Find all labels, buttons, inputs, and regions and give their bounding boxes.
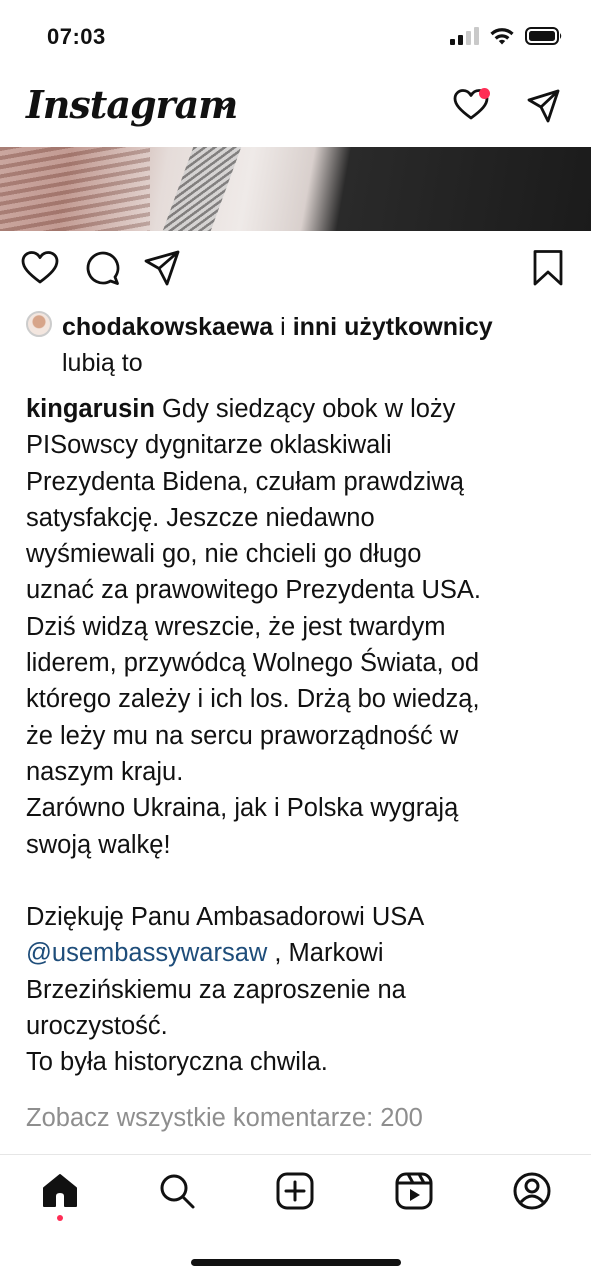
notification-dot bbox=[479, 88, 490, 99]
instagram-logo[interactable]: Instagram bbox=[26, 82, 238, 127]
cellular-signal-icon bbox=[450, 27, 479, 45]
post-actions bbox=[0, 248, 591, 292]
app-header: Instagram bbox=[0, 74, 591, 146]
mention-link[interactable]: @usembassywarsaw bbox=[26, 939, 267, 967]
wifi-icon bbox=[490, 28, 514, 45]
profile-icon[interactable] bbox=[512, 1171, 552, 1211]
home-active-dot bbox=[57, 1215, 63, 1221]
avatar[interactable] bbox=[26, 311, 52, 337]
home-indicator bbox=[191, 1259, 401, 1266]
battery-icon bbox=[525, 27, 562, 45]
search-icon[interactable] bbox=[157, 1171, 197, 1211]
liker-username[interactable]: chodakowskaewa bbox=[62, 313, 273, 341]
likes-others[interactable]: inni użytkownicy bbox=[293, 313, 493, 341]
bookmark-icon[interactable] bbox=[528, 248, 568, 288]
comment-icon[interactable] bbox=[82, 248, 122, 288]
likes-connector: i bbox=[280, 313, 286, 341]
chevron-down-icon[interactable] bbox=[214, 96, 234, 116]
likes-suffix: lubią to bbox=[62, 349, 143, 377]
status-bar: 07:03 bbox=[0, 0, 591, 74]
caption-author[interactable]: kingarusin bbox=[26, 395, 155, 423]
post-image[interactable] bbox=[0, 147, 591, 231]
home-icon[interactable] bbox=[40, 1171, 80, 1211]
like-heart-icon[interactable] bbox=[20, 248, 60, 288]
view-all-comments-link[interactable]: Zobacz wszystkie komentarze: 200 bbox=[26, 1104, 423, 1133]
send-icon[interactable] bbox=[526, 88, 562, 124]
status-icons bbox=[450, 26, 563, 46]
create-icon[interactable] bbox=[275, 1171, 315, 1211]
reels-icon[interactable] bbox=[394, 1171, 434, 1211]
share-icon[interactable] bbox=[142, 248, 182, 288]
post-caption: kingarusin Gdy siedzący obok w loży PISo… bbox=[26, 395, 481, 1077]
status-time: 07:03 bbox=[47, 24, 106, 49]
